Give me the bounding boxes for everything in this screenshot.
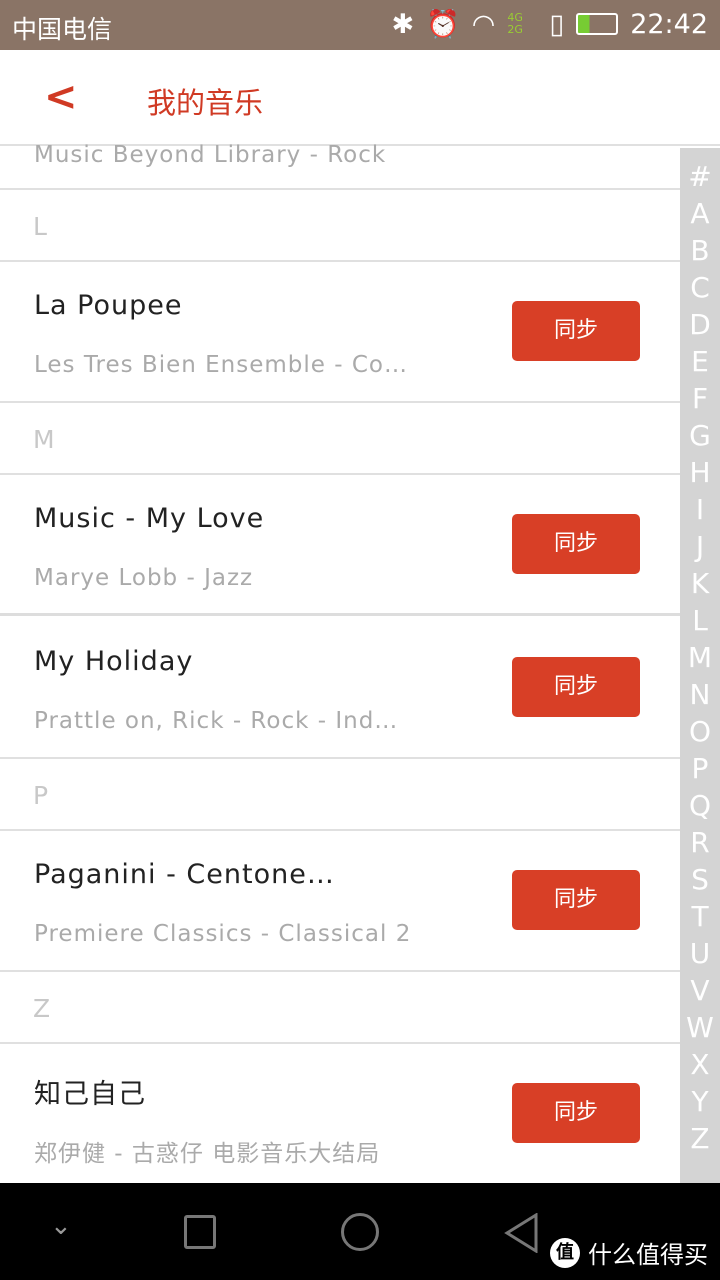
section-header: Z [0, 972, 680, 1044]
item-subtitle: Les Tres Bien Ensemble - Co… [34, 352, 408, 378]
signal-icon: 4G 2G [507, 11, 523, 36]
list-item[interactable]: Music - My Love Marye Lobb - Jazz 同步 [0, 475, 680, 616]
index-letter[interactable]: Q [689, 787, 711, 824]
index-letter[interactable]: D [689, 306, 711, 343]
index-letter[interactable]: K [691, 565, 709, 602]
item-title: Paganini - Centone… [34, 859, 335, 890]
list-item[interactable]: La Poupee Les Tres Bien Ensemble - Co… 同… [0, 262, 680, 403]
index-letter[interactable]: T [691, 898, 708, 935]
item-subtitle: Prattle on, Rick - Rock - Ind… [34, 708, 399, 734]
item-title: 知己自己 [34, 1079, 146, 1110]
sync-button[interactable]: 同步 [512, 1083, 640, 1143]
navigation-bar: ⌄ 值 什么值得买 [0, 1183, 720, 1280]
hide-nav-icon[interactable]: ⌄ [50, 1211, 72, 1241]
section-label: P [33, 781, 49, 810]
item-title: Music - My Love [34, 503, 265, 534]
alarm-icon: ⏰ [426, 9, 460, 40]
recents-icon[interactable] [184, 1215, 216, 1249]
index-letter[interactable]: M [688, 639, 712, 676]
watermark-logo: 值 [550, 1237, 580, 1268]
index-letter[interactable]: E [691, 343, 709, 380]
section-label: L [33, 212, 47, 241]
index-letter[interactable]: P [692, 750, 709, 787]
clock: 22:42 [630, 8, 708, 40]
battery-icon [576, 13, 619, 35]
watermark: 值 什么值得买 [550, 1235, 708, 1270]
section-label: M [33, 425, 55, 454]
index-letter[interactable]: H [689, 454, 710, 491]
index-letter[interactable]: V [690, 972, 709, 1009]
index-letter[interactable]: G [689, 417, 711, 454]
list-item[interactable]: Paganini - Centone… Premiere Classics - … [0, 831, 680, 972]
section-header: P [0, 759, 680, 831]
index-letter[interactable]: J [696, 528, 704, 565]
list-item[interactable]: Music Beyond Library - Rock [0, 142, 680, 190]
section-header: M [0, 403, 680, 475]
index-letter[interactable]: F [692, 380, 708, 417]
sync-button[interactable]: 同步 [512, 657, 640, 717]
index-letter[interactable]: A [690, 195, 709, 232]
status-bar: 中国电信 ✱ ⏰ ◠ 4G 2G ▯ 22:42 [0, 0, 720, 50]
item-subtitle: Marye Lobb - Jazz [34, 565, 254, 591]
index-letter[interactable]: Y [691, 1083, 708, 1120]
item-subtitle: Music Beyond Library - Rock [34, 142, 387, 168]
item-subtitle: 郑伊健 - 古惑仔 电影音乐大结局 [34, 1141, 381, 1167]
page-title: 我的音乐 [147, 86, 264, 120]
index-letter[interactable]: Z [690, 1120, 709, 1157]
index-letter[interactable]: L [692, 602, 708, 639]
index-letter[interactable]: W [686, 1009, 714, 1046]
sync-button[interactable]: 同步 [512, 514, 640, 574]
section-label: Z [33, 994, 51, 1023]
index-letter[interactable]: C [690, 269, 710, 306]
index-letter[interactable]: O [689, 713, 711, 750]
home-icon[interactable] [341, 1213, 379, 1251]
list-item[interactable]: 知己自己 郑伊健 - 古惑仔 电影音乐大结局 同步 [0, 1044, 680, 1185]
index-letter[interactable]: X [690, 1046, 709, 1083]
item-subtitle: Premiere Classics - Classical 2 [34, 921, 412, 947]
back-button[interactable]: < [44, 74, 78, 120]
app-header: < 我的音乐 [0, 50, 720, 146]
back-icon[interactable] [504, 1213, 538, 1253]
index-letter[interactable]: S [691, 861, 709, 898]
watermark-text: 什么值得买 [588, 1241, 708, 1269]
carrier: 中国电信 [12, 15, 113, 44]
index-letter[interactable]: R [690, 824, 709, 861]
section-header: L [0, 190, 680, 262]
list-item[interactable]: My Holiday Prattle on, Rick - Rock - Ind… [0, 618, 680, 759]
index-letter[interactable]: # [688, 158, 711, 195]
sync-button[interactable]: 同步 [512, 301, 640, 361]
bluetooth-icon: ✱ [391, 8, 415, 40]
index-letter[interactable]: U [690, 935, 711, 972]
index-letter[interactable]: B [690, 232, 709, 269]
alphabet-index[interactable]: # A B C D E F G H I J K L M N O P Q R S T U V W X Y Z [680, 148, 720, 1183]
sim-icon: ▯ [549, 8, 565, 40]
wifi-icon: ◠ [471, 8, 496, 40]
sync-button[interactable]: 同步 [512, 870, 640, 930]
index-letter[interactable]: N [690, 676, 711, 713]
item-title: La Poupee [34, 290, 183, 321]
index-letter[interactable]: I [696, 491, 704, 528]
item-title: My Holiday [34, 646, 194, 677]
